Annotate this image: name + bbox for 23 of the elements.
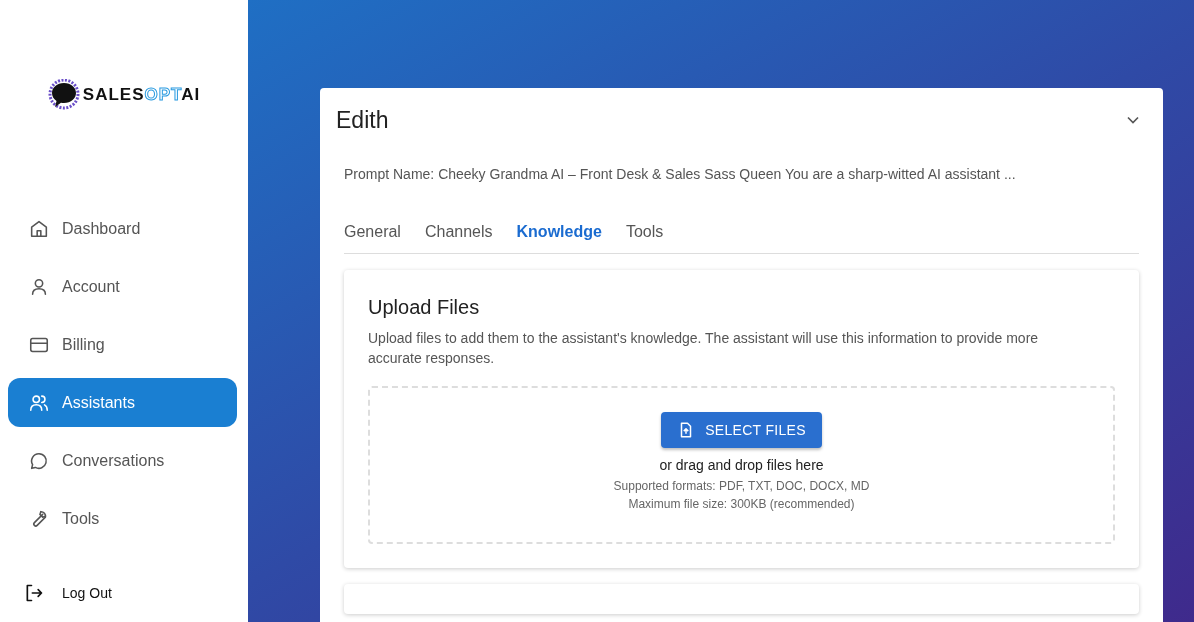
- upload-title: Upload Files: [368, 296, 481, 319]
- drop-hint: or drag and drop files here: [659, 457, 824, 473]
- logout-link[interactable]: Log Out: [24, 583, 248, 603]
- drop-zone[interactable]: SELECT FILES or drag and drop files here Supported formats: PDF, TXT, DOC, DOCX, MD Maximum file size: 300KB (recommended): [368, 386, 1115, 544]
- supported-formats: Supported formats: PDF, TXT, DOC, DOCX, MD: [613, 479, 870, 493]
- prompt-summary: Prompt Name: Cheeky Grandma AI – Front Desk & Sales Sass Queen You are a sharp-witted AI assistant ...: [344, 166, 1017, 182]
- sidebar-item[interactable]: Dashboard: [8, 204, 237, 253]
- tab[interactable]: General: [344, 212, 425, 252]
- sidebar-item[interactable]: Tools: [8, 494, 237, 543]
- max-file-size: Maximum file size: 300KB (recommended): [628, 497, 855, 511]
- assistant-name: Edith: [336, 106, 389, 134]
- sidebar-item[interactable]: Billing: [8, 320, 237, 369]
- sidebar-item[interactable]: Account: [8, 262, 237, 311]
- tab[interactable]: Knowledge: [516, 212, 626, 252]
- tab[interactable]: Channels: [424, 212, 517, 252]
- logout-icon: [24, 583, 44, 603]
- logo-wordmark: SALESOPTAI: [82, 85, 201, 105]
- upload-description: Upload files to add them to the assistant's knowledge. The assistant will use this information to provide more accurate responses.: [368, 329, 1040, 368]
- sidebar-item[interactable]: Assistants: [8, 378, 237, 427]
- tab[interactable]: Tools: [625, 212, 688, 252]
- sidebar-item[interactable]: Conversations: [8, 436, 237, 485]
- select-files-button[interactable]: SELECT FILES: [661, 412, 822, 448]
- logo-icon: [47, 79, 80, 111]
